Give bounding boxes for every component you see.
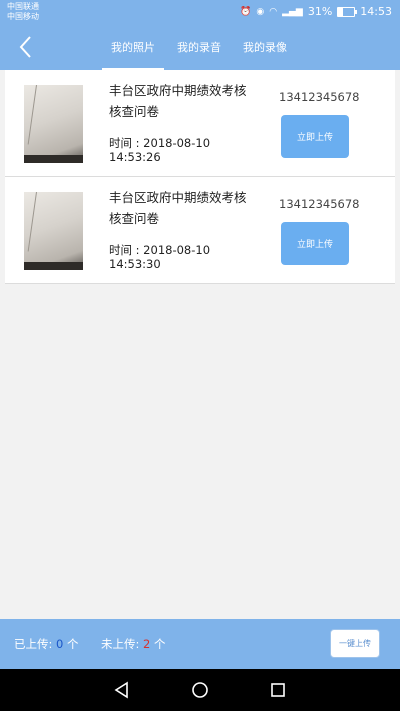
clock: 14:53 bbox=[360, 5, 392, 18]
item-time-value: 14:53:30 bbox=[109, 257, 161, 271]
upload-footer: 已上传: 0 个 未上传: 2 个 一键上传 bbox=[0, 619, 400, 669]
uploaded-unit: 个 bbox=[67, 637, 79, 651]
nav-back-icon[interactable] bbox=[113, 681, 131, 699]
wifi-icon: ◠ bbox=[269, 6, 278, 17]
tab-photos[interactable]: 我的照片 bbox=[100, 25, 166, 70]
carrier-1: 中国联通 bbox=[7, 2, 39, 11]
item-phone: 13412345678 bbox=[279, 90, 360, 104]
system-nav-bar bbox=[0, 669, 400, 711]
battery-percent: 31% bbox=[307, 5, 333, 18]
tab-video[interactable]: 我的录像 bbox=[232, 25, 298, 70]
carrier-2: 中国移动 bbox=[7, 12, 39, 21]
item-time-label: 时间 : 2018-08-10 bbox=[109, 243, 211, 257]
alarm-icon: ⏰ bbox=[240, 6, 252, 17]
upload-now-button[interactable]: 立即上传 bbox=[281, 222, 349, 265]
signal-icon: ▂▄▆ bbox=[282, 6, 303, 17]
upload-now-button[interactable]: 立即上传 bbox=[281, 115, 349, 158]
tab-audio[interactable]: 我的录音 bbox=[166, 25, 232, 70]
one-click-upload-button[interactable]: 一键上传 bbox=[330, 629, 380, 658]
pending-count: 2 bbox=[143, 637, 151, 651]
status-bar: 中国联通 中国移动 ⏰ ◉ ◠ ▂▄▆ 31% 14:53 bbox=[0, 0, 400, 25]
list-item[interactable]: 丰台区政府中期绩效考核核查问卷 时间 : 2018-08-10 14:53:26… bbox=[5, 70, 395, 177]
item-phone: 13412345678 bbox=[279, 197, 360, 211]
item-title: 丰台区政府中期绩效考核核查问卷 bbox=[109, 190, 247, 226]
nav-recent-icon[interactable] bbox=[269, 681, 287, 699]
uploaded-count: 0 bbox=[56, 637, 64, 651]
item-time-value: 14:53:26 bbox=[109, 150, 161, 164]
back-arrow-icon[interactable] bbox=[16, 35, 40, 59]
carrier-info: 中国联通 中国移动 bbox=[7, 2, 39, 22]
item-time: 时间 : 2018-08-10 14:53:26 bbox=[109, 136, 210, 164]
uploaded-label: 已上传: bbox=[14, 637, 53, 651]
tab-bar: 我的照片 我的录音 我的录像 bbox=[100, 25, 298, 70]
status-icons: ⏰ ◉ ◠ ▂▄▆ 31% 14:53 bbox=[240, 5, 392, 18]
eye-icon: ◉ bbox=[256, 6, 265, 17]
app-header: 我的照片 我的录音 我的录像 bbox=[0, 25, 400, 70]
list-item[interactable]: 丰台区政府中期绩效考核核查问卷 时间 : 2018-08-10 14:53:30… bbox=[5, 177, 395, 284]
item-time-label: 时间 : 2018-08-10 bbox=[109, 136, 211, 150]
photo-list: 丰台区政府中期绩效考核核查问卷 时间 : 2018-08-10 14:53:26… bbox=[5, 70, 395, 284]
photo-thumbnail[interactable] bbox=[24, 85, 83, 163]
battery-icon bbox=[337, 6, 358, 17]
pending-label: 未上传: bbox=[101, 637, 140, 651]
pending-unit: 个 bbox=[154, 637, 166, 651]
nav-home-icon[interactable] bbox=[191, 681, 209, 699]
photo-thumbnail[interactable] bbox=[24, 192, 83, 270]
item-time: 时间 : 2018-08-10 14:53:30 bbox=[109, 243, 210, 271]
item-title: 丰台区政府中期绩效考核核查问卷 bbox=[109, 83, 247, 119]
uploaded-stat: 已上传: 0 个 bbox=[14, 636, 79, 652]
pending-stat: 未上传: 2 个 bbox=[101, 636, 166, 652]
